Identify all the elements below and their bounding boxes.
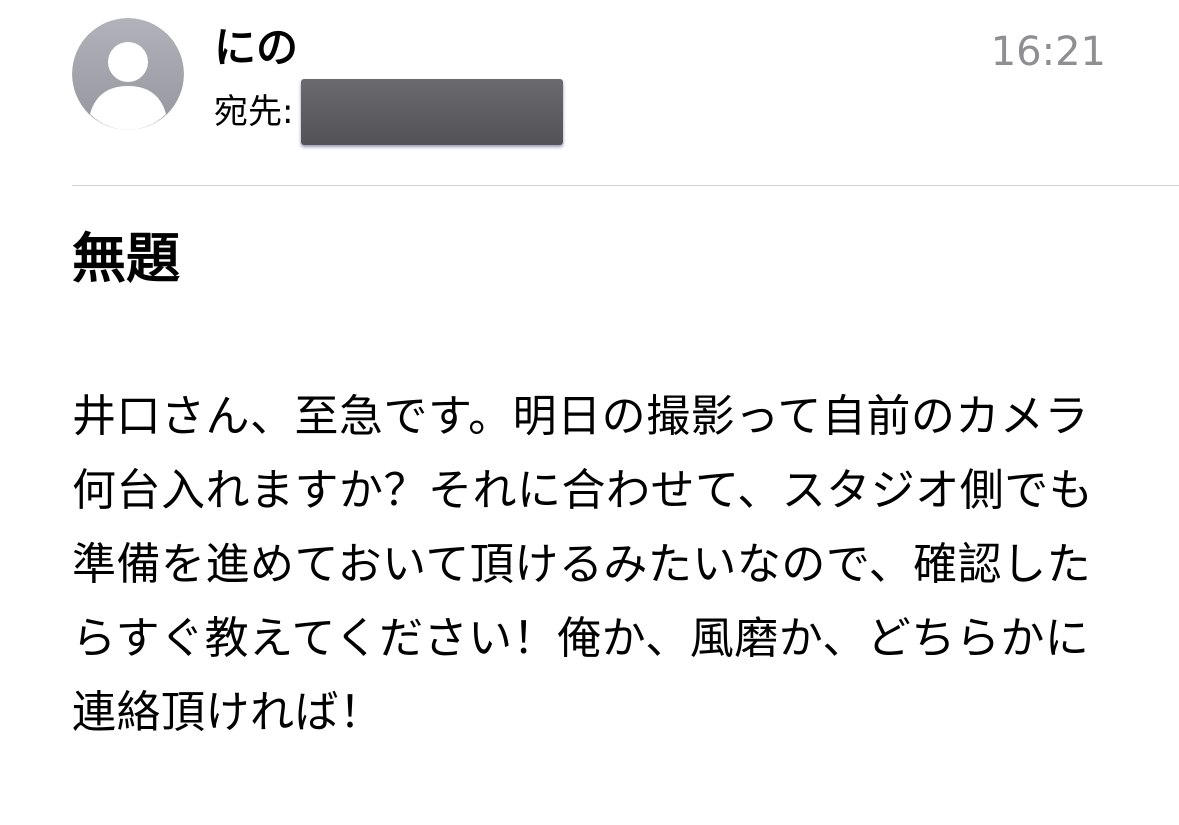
message-header: にの 宛先: 16:21 [0,0,1179,186]
sender-avatar[interactable] [72,18,184,130]
recipient-label: 宛先: [214,92,294,132]
recipient-row: 宛先: [214,79,564,145]
message-subject: 無題 [72,227,180,290]
header-divider [72,185,1179,186]
sender-name[interactable]: にの [214,22,298,74]
recipient-redacted-box [301,79,564,145]
person-silhouette-icon [72,18,184,130]
message-body[interactable]: 井口さん、至急です。明日の撮影って自前のカメラ何台入れますか？それに合わせて、ス… [72,380,1102,750]
message-timestamp: 16:21 [990,29,1106,75]
